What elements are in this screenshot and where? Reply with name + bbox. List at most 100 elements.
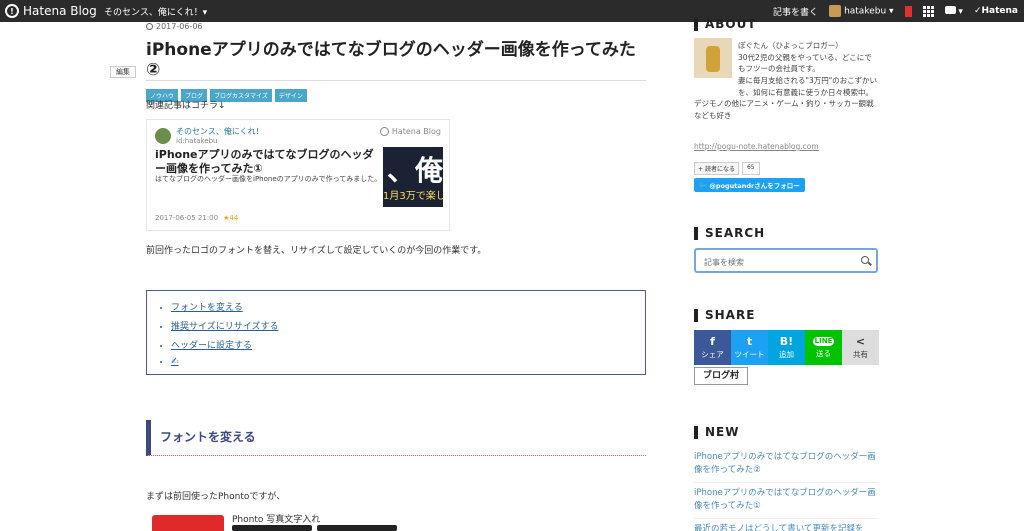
phonto-app-icon[interactable] [152,515,224,531]
heading-bar-icon [694,308,698,322]
twitter-follow-button[interactable]: 🐦 @pogutandrさんをフォロー [694,178,805,192]
card-service: Hatena Blog [379,127,441,136]
date-text: 2017-06-06 [156,22,203,31]
subscribe-widget: + 読者になる 65 [694,162,760,175]
facebook-share-button[interactable]: f シェア [694,330,731,365]
blog-embed-card[interactable]: そのセンス、俺にくれ！ id:hatakebu Hatena Blog iPho… [146,119,450,231]
heading-bar-icon [694,17,698,31]
phonto-app-name[interactable]: Phonto 写真文字入れ [232,512,320,525]
share-label: 共有 [853,349,868,359]
blogmura-banner[interactable]: ブログ村 [694,367,748,385]
about-text: ぽぐたん（ひよっこブロガー） 30代2児の父親をやっている、どこにでもフツーの会… [694,40,878,121]
username: hatakebu ▾ [844,6,894,17]
section-heading: フォントを変える [146,420,646,456]
article-header: 2017-06-06 iPhoneアプリのみではてなブログのヘッダー画像を作って… [146,22,646,102]
share-icon: < [855,334,866,348]
toc-item[interactable]: ✍ [171,357,645,367]
twitter-share-button[interactable]: t ツイート [731,330,768,365]
share-label: ツイート [734,349,765,359]
share-heading: SHARE [694,308,755,322]
blog-avatar [155,128,171,144]
service-label: Hatena Blog [391,127,441,136]
thumb-text: 、俺 [387,154,443,187]
global-header: ! Hatena Blog そのセンス、俺にくれ！▾ 記事を書く hatakeb… [0,0,1024,22]
hatena-blog-icon [379,127,389,136]
table-of-contents: フォントを変える 推奨サイズにリサイズする ヘッダーに設定する ✍ [146,290,646,375]
blog-switcher[interactable]: そのセンス、俺にくれ！▾ [104,5,207,18]
avatar [829,5,842,17]
apps-grid-icon[interactable] [922,5,934,17]
messages-button[interactable]: ▾ [944,5,963,17]
share-buttons: f シェア t ツイート B! 追加 LINE 送る < 共有 [694,330,879,365]
generic-share-button[interactable]: < 共有 [842,330,879,365]
divider [694,482,878,483]
article-date: 2017-06-06 [146,22,646,31]
hatena-link[interactable]: ✓Hatena [974,6,1018,16]
heading-bar-icon [694,226,698,240]
card-blog-name[interactable]: そのセンス、俺にくれ！ [176,126,264,137]
chat-bubble-icon [944,5,956,14]
edit-button[interactable]: 編集 [110,66,136,78]
card-title[interactable]: iPhoneアプリのみではてなブログのヘッダー画像を作ってみた① [155,148,383,177]
tag-item[interactable]: デザイン [274,88,307,102]
toc-item[interactable]: 推奨サイズにリサイズする [171,319,645,332]
about-line: 30代2児の父親をやっている、どこにでもフツーの会社員です。 [738,52,872,74]
subscribe-button[interactable]: + 読者になる [694,162,739,175]
about-heading-text: ABOUT [705,17,757,31]
hatena-logo-icon: ! [5,4,19,18]
bookmark-icon[interactable] [904,5,912,17]
section-paragraph: まずは前回使ったPhontoですが、 [146,492,286,502]
search-heading-text: SEARCH [705,226,766,240]
google-play-badge[interactable] [317,525,397,531]
about-name: ぽぐたん（ひよっこブロガー） [738,41,843,50]
search-box [694,248,878,273]
new-heading: NEW [694,425,739,439]
intro-paragraph: 前回作ったロゴのフォントを替え、リサイズして設定していくのが今回の作業です。 [146,246,487,256]
app-store-badge[interactable] [232,525,312,531]
recent-post-link[interactable]: iPhoneアプリのみではてなブログのヘッダー画像を作ってみた① [694,487,878,513]
line-icon: LINE [812,336,835,346]
user-menu[interactable]: hatakebu ▾ [829,5,894,17]
heading-bar-icon [694,425,698,439]
about-line: デジモノの他にアニメ・ゲーム・釣り・サッカー観戦なども好き [694,99,874,120]
card-blog-id: id:hatakebu [176,137,218,145]
blog-url-link[interactable]: http://pogu-note.hatenablog.com [694,142,819,151]
share-heading-text: SHARE [705,308,756,322]
clock-icon [146,23,153,30]
check-icon: ✓ [973,6,982,16]
twitter-follow-label: @pogutandrさんをフォロー [709,182,800,190]
divider [694,518,878,519]
logo-text: Hatena Blog [23,4,97,18]
article-title[interactable]: iPhoneアプリのみではてなブログのヘッダー画像を作ってみた② [146,40,646,81]
card-thumbnail[interactable]: 、俺 1月3万で楽し [383,147,443,207]
search-heading: SEARCH [694,226,765,240]
toc-item[interactable]: ヘッダーに設定する [171,338,645,351]
card-description: はてなブログのヘッダー画像をiPhoneのアプリのみで作ってみました。 [155,175,382,183]
subscribe-label: 読者になる [704,166,735,173]
twitter-bird-icon: 🐦 [699,182,710,190]
hatena-bookmark-button[interactable]: B! 追加 [768,330,805,365]
hatena-bookmark-icon: B! [779,334,794,348]
toc-item[interactable]: フォントを変える [171,300,645,313]
star-count: ★44 [223,214,239,222]
related-intro: 関連記事はコチラ↓ [146,101,226,111]
recent-post-link[interactable]: iPhoneアプリのみではてなブログのヘッダー画像を作ってみた② [694,451,878,477]
card-meta: 2017-06-05 21:00 ★44 [155,214,238,222]
search-icon[interactable] [861,256,869,264]
hatena-blog-logo[interactable]: ! Hatena Blog [5,3,97,19]
plus-icon: + [698,166,705,173]
search-input[interactable] [696,252,876,273]
hatena-label: Hatena [981,6,1019,16]
facebook-icon: f [710,334,715,348]
new-heading-text: NEW [705,425,740,439]
divider [146,80,646,81]
twitter-icon: t [746,334,753,348]
line-share-button[interactable]: LINE 送る [805,330,842,365]
recent-post-link[interactable]: 最近の若モノはどうして書いて更新を記録を [694,523,878,531]
share-label: シェア [701,349,724,359]
thumb-subtext: 1月3万で楽し [383,191,443,202]
subscriber-count: 65 [741,162,760,175]
about-heading: ABOUT [694,17,757,31]
card-date: 2017-06-05 21:00 [155,214,219,222]
write-article-link[interactable]: 記事を書く [773,5,818,18]
